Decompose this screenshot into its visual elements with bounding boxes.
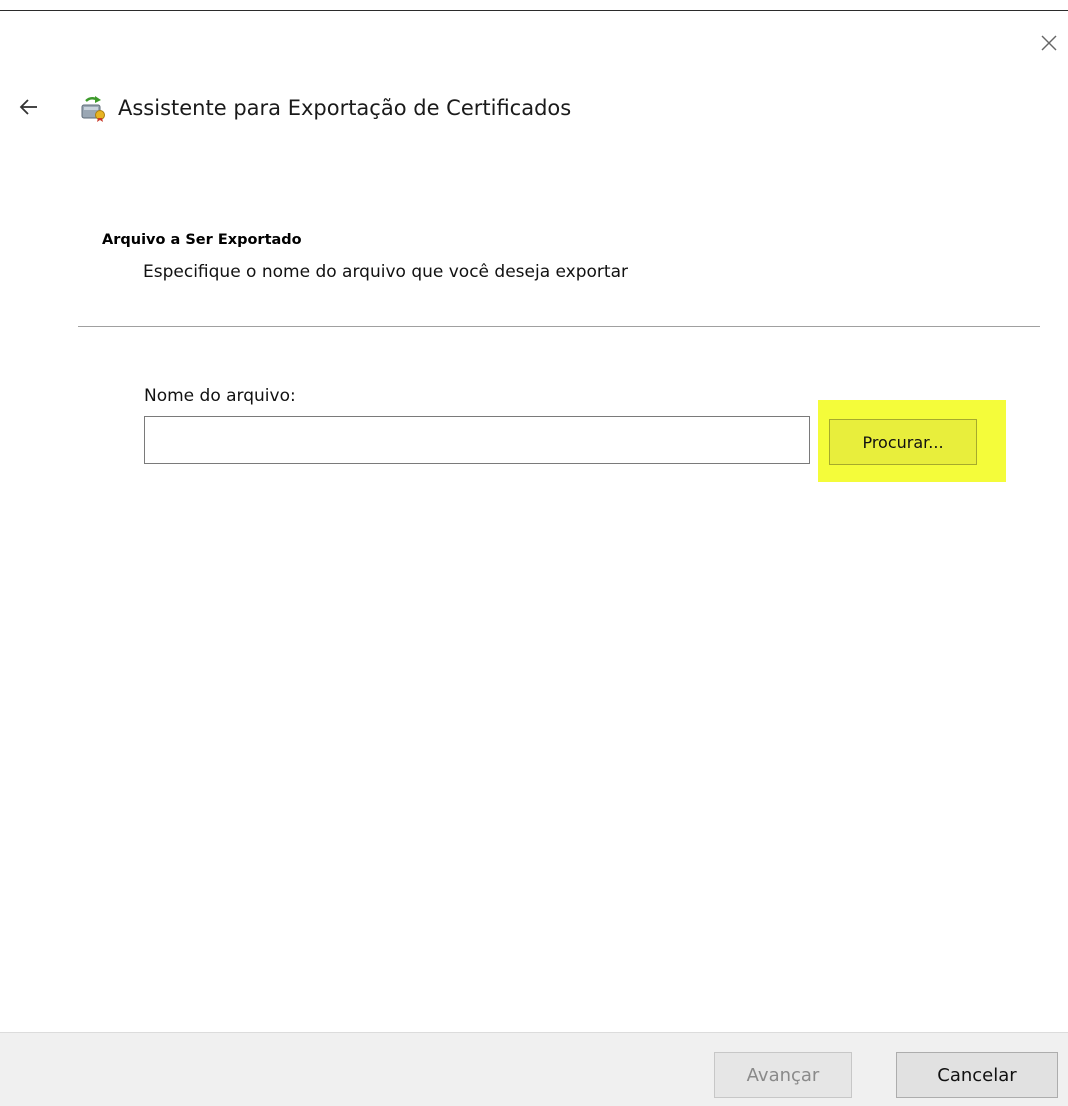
wizard-footer: Avançar Cancelar xyxy=(0,1032,1068,1106)
close-icon xyxy=(1041,35,1057,51)
section-heading: Arquivo a Ser Exportado xyxy=(102,232,302,248)
arrow-left-icon xyxy=(19,99,37,115)
cancel-button[interactable]: Cancelar xyxy=(896,1052,1058,1098)
wizard-header: Assistente para Exportação de Certificad… xyxy=(78,90,571,126)
certificate-export-wizard: Assistente para Exportação de Certificad… xyxy=(0,0,1068,1106)
next-button[interactable]: Avançar xyxy=(714,1052,852,1098)
back-button[interactable] xyxy=(14,92,44,122)
browse-button[interactable]: Procurar... xyxy=(829,419,977,465)
certificate-export-icon xyxy=(81,96,105,122)
close-button[interactable] xyxy=(1034,28,1064,58)
section-description: Especifique o nome do arquivo que você d… xyxy=(143,262,628,282)
wizard-title: Assistente para Exportação de Certificad… xyxy=(118,96,572,120)
window-top-border xyxy=(0,10,1068,11)
header-separator xyxy=(78,326,1040,327)
filename-label: Nome do arquivo: xyxy=(144,386,296,406)
filename-input[interactable] xyxy=(144,416,810,464)
